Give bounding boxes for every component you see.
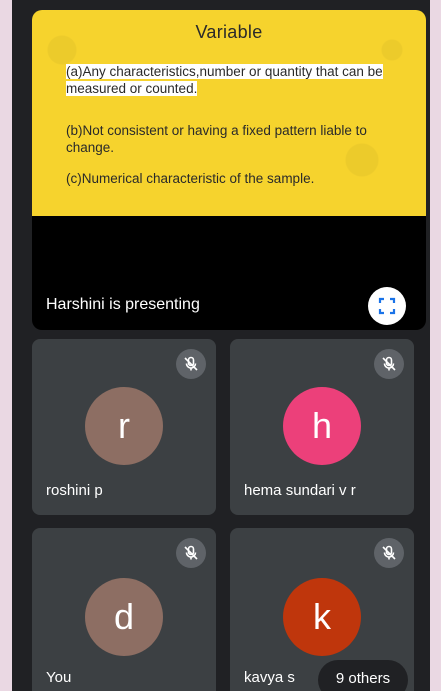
participant-tile-hema[interactable]: h hema sundari v r bbox=[230, 339, 414, 515]
avatar: d bbox=[85, 578, 163, 656]
avatar: h bbox=[283, 387, 361, 465]
slide-item-c: (c)Numerical characteristic of the sampl… bbox=[66, 171, 315, 186]
slide-item-a-text: (a)Any characteristics,number or quantit… bbox=[66, 64, 383, 96]
fullscreen-button[interactable] bbox=[368, 287, 406, 325]
slide-item-a: (a)Any characteristics,number or quantit… bbox=[66, 63, 396, 97]
participant-tile-you[interactable]: d You bbox=[32, 528, 216, 691]
mic-off-icon bbox=[176, 349, 206, 379]
participant-name: hema sundari v r bbox=[244, 482, 356, 499]
fullscreen-icon bbox=[378, 297, 396, 315]
participant-name: roshini p bbox=[46, 482, 103, 499]
mic-off-icon bbox=[374, 538, 404, 568]
presentation-slide: Variable (a)Any characteristics,number o… bbox=[32, 10, 426, 216]
presenter-label: Harshini is presenting bbox=[46, 296, 200, 313]
mic-off-icon bbox=[176, 538, 206, 568]
mic-off-icon bbox=[374, 349, 404, 379]
participant-tile-roshini[interactable]: r roshini p bbox=[32, 339, 216, 515]
slide-title: Variable bbox=[195, 22, 263, 42]
presentation-tile[interactable]: Variable (a)Any characteristics,number o… bbox=[32, 10, 426, 330]
others-button[interactable]: 9 others bbox=[318, 660, 408, 691]
meeting-screen: Variable (a)Any characteristics,number o… bbox=[12, 0, 430, 691]
participant-name: kavya s bbox=[244, 669, 295, 686]
participant-name: You bbox=[46, 669, 72, 686]
slide-item-b: (b)Not consistent or having a fixed patt… bbox=[66, 123, 367, 155]
avatar: k bbox=[283, 578, 361, 656]
avatar: r bbox=[85, 387, 163, 465]
